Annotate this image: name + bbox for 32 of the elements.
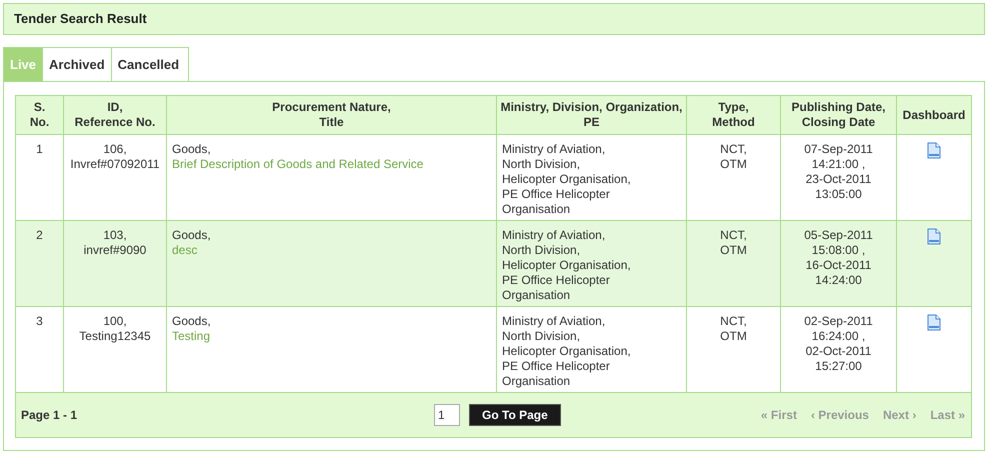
go-to-page-button[interactable]: Go To Page [469, 404, 561, 426]
table-cell: Ministry of Aviation, North Division, Helicopter Organisation, PE Office Helicopter Organisation [502, 314, 631, 388]
document-icon[interactable] [927, 228, 941, 245]
page-input[interactable]: 1 [434, 404, 460, 426]
table-cell: 3 [36, 314, 43, 328]
column-header: Procurement Nature, Title [166, 96, 496, 134]
table-cell: Ministry of Aviation, North Division, Helicopter Organisation, PE Office Helicopter Organisation [502, 228, 631, 302]
table-cell: NCT, OTM [720, 142, 747, 171]
table-cell: Goods, [172, 228, 211, 242]
tender-title-link[interactable]: desc [172, 243, 198, 258]
table-cell: 100, Testing12345 [79, 314, 151, 343]
tab[interactable]: Live [4, 48, 42, 81]
table-cell: 2 [36, 228, 43, 242]
table-cell: 103, invref#9090 [84, 228, 146, 257]
table-cell: Goods, [172, 142, 211, 156]
table-cell: NCT, OTM [720, 314, 747, 343]
page-title: Tender Search Result [14, 10, 147, 28]
table-cell: Ministry of Aviation, North Division, Helicopter Organisation, PE Office Helicopter Organisation [502, 142, 631, 216]
document-icon[interactable] [927, 142, 941, 159]
table-cell: 1 [36, 142, 43, 156]
tender-title-link[interactable]: Brief Description of Goods and Related Service [172, 157, 424, 172]
column-header: Ministry, Division, Organization, PE [496, 96, 686, 134]
table-cell: 05-Sep-2011 15:08:00 , 16-Oct-2011 14:24:00 [804, 228, 873, 287]
tender-title-link[interactable]: Testing [172, 329, 210, 344]
page-label: Page 1 - 1 [21, 407, 78, 424]
table-cell: 02-Sep-2011 16:24:00 , 02-Oct-2011 15:27:00 [804, 314, 873, 373]
table-cell: 106, Invref#07092011 [70, 142, 160, 171]
column-header: S. No. [16, 96, 64, 134]
document-icon[interactable] [927, 314, 941, 331]
table-cell: NCT, OTM [720, 228, 747, 257]
table-cell: Goods, [172, 314, 211, 328]
table-cell: 07-Sep-2011 14:21:00 , 23-Oct-2011 13:05:00 [804, 142, 873, 201]
